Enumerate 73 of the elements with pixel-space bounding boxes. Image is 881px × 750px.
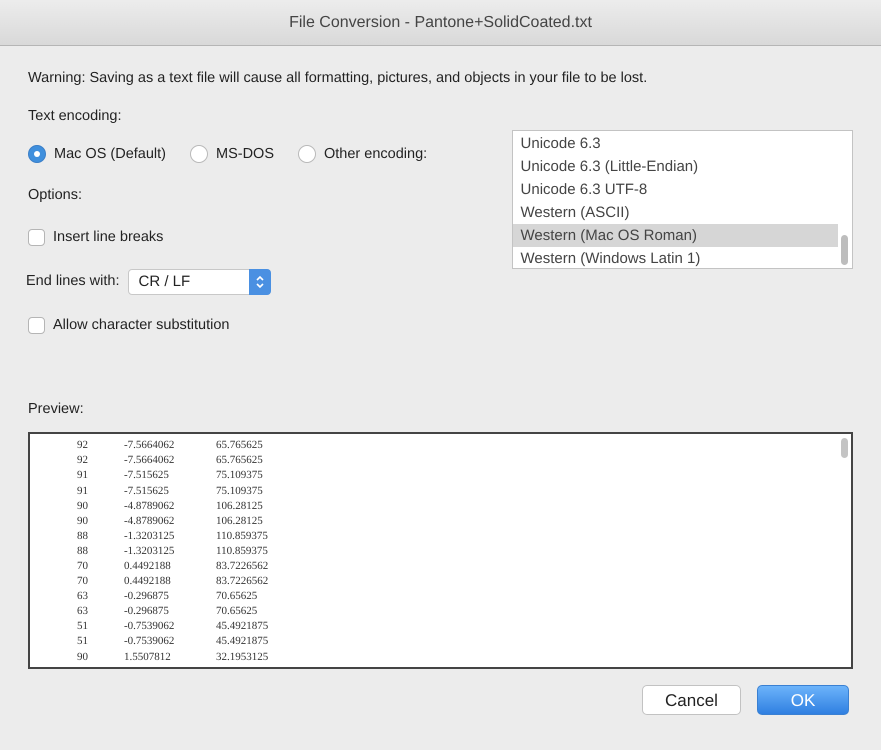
radio-button[interactable]	[28, 145, 46, 164]
table-cell-text: 70.65625	[216, 589, 258, 604]
table-cell-text: 45.4921875	[216, 634, 270, 650]
table-cell-text: -0.296875	[124, 604, 170, 620]
warning-text: Warning: Saving as a text file will cause all formatting, pictures, and objects in your file to be lost.	[28, 69, 648, 88]
table-cell-text: -0.7539062	[124, 619, 176, 634]
table-cell-text: -1.3203125	[124, 544, 176, 559]
table-cell-text: 75.109375	[216, 468, 264, 484]
list-item[interactable]: Unicode 6.3 (Little-Endian)	[512, 154, 838, 178]
table-cell-text: 1.5507812	[124, 650, 172, 665]
table-cell-text: 106.28125	[216, 514, 264, 529]
list-item[interactable]: Unicode 6.3	[512, 132, 838, 154]
radio-label[interactable]: MS-DOS	[216, 144, 274, 166]
table-cell-text: 83.7226562	[216, 559, 270, 574]
table-cell-text: 0.4492188	[124, 559, 172, 574]
radio-button[interactable]	[298, 145, 316, 164]
table-cell-text: 75.109375	[216, 484, 264, 499]
scrollbar-thumb[interactable]	[841, 438, 848, 458]
table-cell-text: 51	[76, 619, 88, 634]
table-cell-text: 65.765625	[216, 438, 264, 454]
table-cell-text: 91	[76, 468, 88, 484]
table-cell-text: 83.7226562	[216, 574, 270, 590]
table-cell-text: 110.859375	[216, 528, 269, 544]
table-cell-text: -1.3203125	[124, 528, 176, 544]
checkbox[interactable]	[28, 229, 45, 246]
radio-label[interactable]: Other encoding:	[324, 144, 428, 166]
table-cell-text: 106.28125	[216, 498, 264, 514]
table-cell-text: 92	[76, 453, 88, 468]
table-cell-text: 90	[76, 498, 88, 514]
table-cell-text: -0.7539062	[124, 634, 176, 650]
radio-button[interactable]	[190, 145, 208, 164]
section-label: Preview:	[28, 400, 85, 418]
table-cell-text: 51	[76, 634, 88, 650]
table-cell-text: 70.65625	[216, 604, 258, 620]
table-cell-text: 32.1953125	[216, 650, 270, 665]
section-label: Options:	[28, 186, 83, 206]
stepper-icon	[254, 274, 264, 289]
table-cell-text: 88	[76, 528, 88, 544]
table-cell-text: 110.859375	[216, 544, 269, 559]
list-item[interactable]: Western (Mac OS Roman)	[512, 224, 838, 246]
section-label: Text encoding:	[28, 106, 123, 126]
cancel-button[interactable]: Cancel	[642, 685, 741, 716]
table-cell-text: 65.765625	[216, 453, 264, 468]
radio-label[interactable]: Mac OS (Default)	[54, 144, 166, 166]
encoding-list[interactable]: Unicode 6.3 Unicode 6.3 (Little-Endian) Unicode 6.3 UTF-8 Western (ASCII) Western (Mac OS Roman) Western (Windows Latin 1)	[512, 130, 853, 268]
select-field[interactable]: CR / LF	[128, 268, 270, 295]
table-cell-text: 63	[76, 604, 88, 620]
table-cell-text: -4.8789062	[124, 498, 176, 514]
table-cell-text: 45.4921875	[216, 619, 270, 634]
table-cell-text: 70	[76, 574, 88, 590]
table-cell-text: -7.515625	[124, 484, 170, 499]
table-cell-text: 90	[76, 514, 88, 529]
table-cell-text: 63	[76, 589, 88, 604]
list-item[interactable]: Western (ASCII)	[512, 200, 838, 224]
checkbox-label[interactable]: Allow character substitution	[53, 314, 230, 336]
table-cell-text: 91	[76, 484, 88, 499]
table-cell-text: -4.8789062	[124, 514, 176, 529]
checkbox-label[interactable]: Insert line breaks	[53, 227, 164, 249]
table-cell-text: -7.5664062	[124, 453, 176, 468]
list-item[interactable]: Unicode 6.3 UTF-8	[512, 178, 838, 200]
table-cell-text: 88	[76, 544, 88, 559]
checkbox[interactable]	[28, 317, 45, 334]
table-cell-text: 92	[76, 438, 88, 454]
table-cell-text: -7.5664062	[124, 438, 176, 454]
table-cell-text: 90	[76, 650, 88, 665]
window-title: File Conversion - Pantone+SolidCoated.txt	[289, 12, 592, 32]
field-label: End lines with:	[26, 272, 120, 291]
list-item[interactable]: Western (Windows Latin 1)	[512, 246, 838, 270]
table-cell-text: 70	[76, 559, 88, 574]
table-cell-text: -7.515625	[124, 468, 170, 484]
table-cell-text: 0.4492188	[124, 574, 172, 590]
table-cell-text: -0.296875	[124, 589, 170, 604]
scrollbar-thumb[interactable]	[841, 234, 848, 264]
